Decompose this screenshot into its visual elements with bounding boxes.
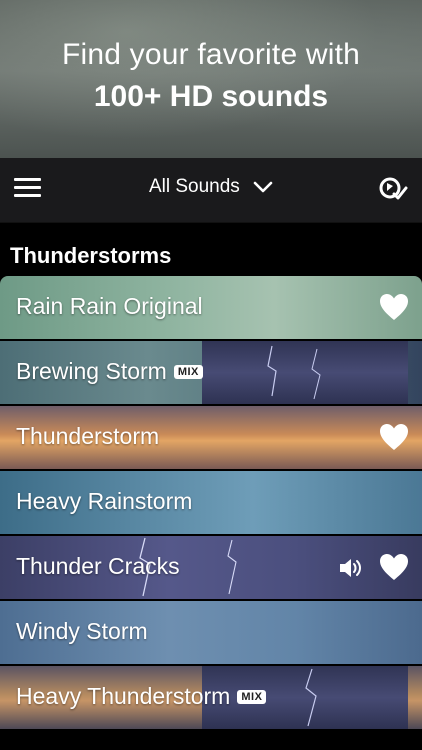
category-label: All Sounds (148, 176, 240, 197)
sound-label: Thunderstorm (16, 423, 160, 449)
nav-bar: All Sounds (0, 158, 422, 223)
sound-label: Windy Storm (16, 618, 148, 644)
sound-label: Brewing Storm (16, 358, 167, 384)
sound-row[interactable]: Rain Rain Original (0, 276, 422, 339)
favorites-check-icon[interactable] (378, 174, 408, 204)
sound-label: Heavy Rainstorm (16, 488, 193, 514)
sound-label: Heavy Thunderstorm (16, 683, 231, 709)
mix-badge: MIX (237, 690, 267, 704)
promo-banner: Find your favorite with 100+ HD sounds (0, 0, 422, 158)
speaker-icon[interactable] (338, 557, 364, 579)
heart-icon[interactable] (378, 292, 410, 322)
sound-label: Rain Rain Original (16, 293, 203, 319)
sound-row[interactable]: Brewing Storm MIX (0, 341, 422, 404)
chevron-down-icon (253, 181, 273, 193)
heart-icon[interactable] (378, 552, 410, 582)
section-title: Thunderstorms (10, 243, 172, 268)
sound-row[interactable]: Heavy Thunderstorm MIX (0, 666, 422, 729)
sound-list: Rain Rain Original Brewing Storm MIX Thun… (0, 276, 422, 731)
promo-line-1: Find your favorite with (61, 38, 361, 71)
heart-icon[interactable] (378, 422, 410, 452)
category-dropdown[interactable]: All Sounds (0, 176, 422, 198)
sound-row[interactable]: Heavy Rainstorm (0, 471, 422, 534)
promo-line-2: 100+ HD sounds (93, 80, 329, 113)
mix-badge: MIX (173, 365, 203, 379)
sound-label: Thunder Cracks (16, 553, 180, 579)
sound-row[interactable]: Windy Storm (0, 601, 422, 664)
sound-row[interactable]: Thunderstorm (0, 406, 422, 469)
sound-row[interactable]: Thunder Cracks (0, 536, 422, 599)
